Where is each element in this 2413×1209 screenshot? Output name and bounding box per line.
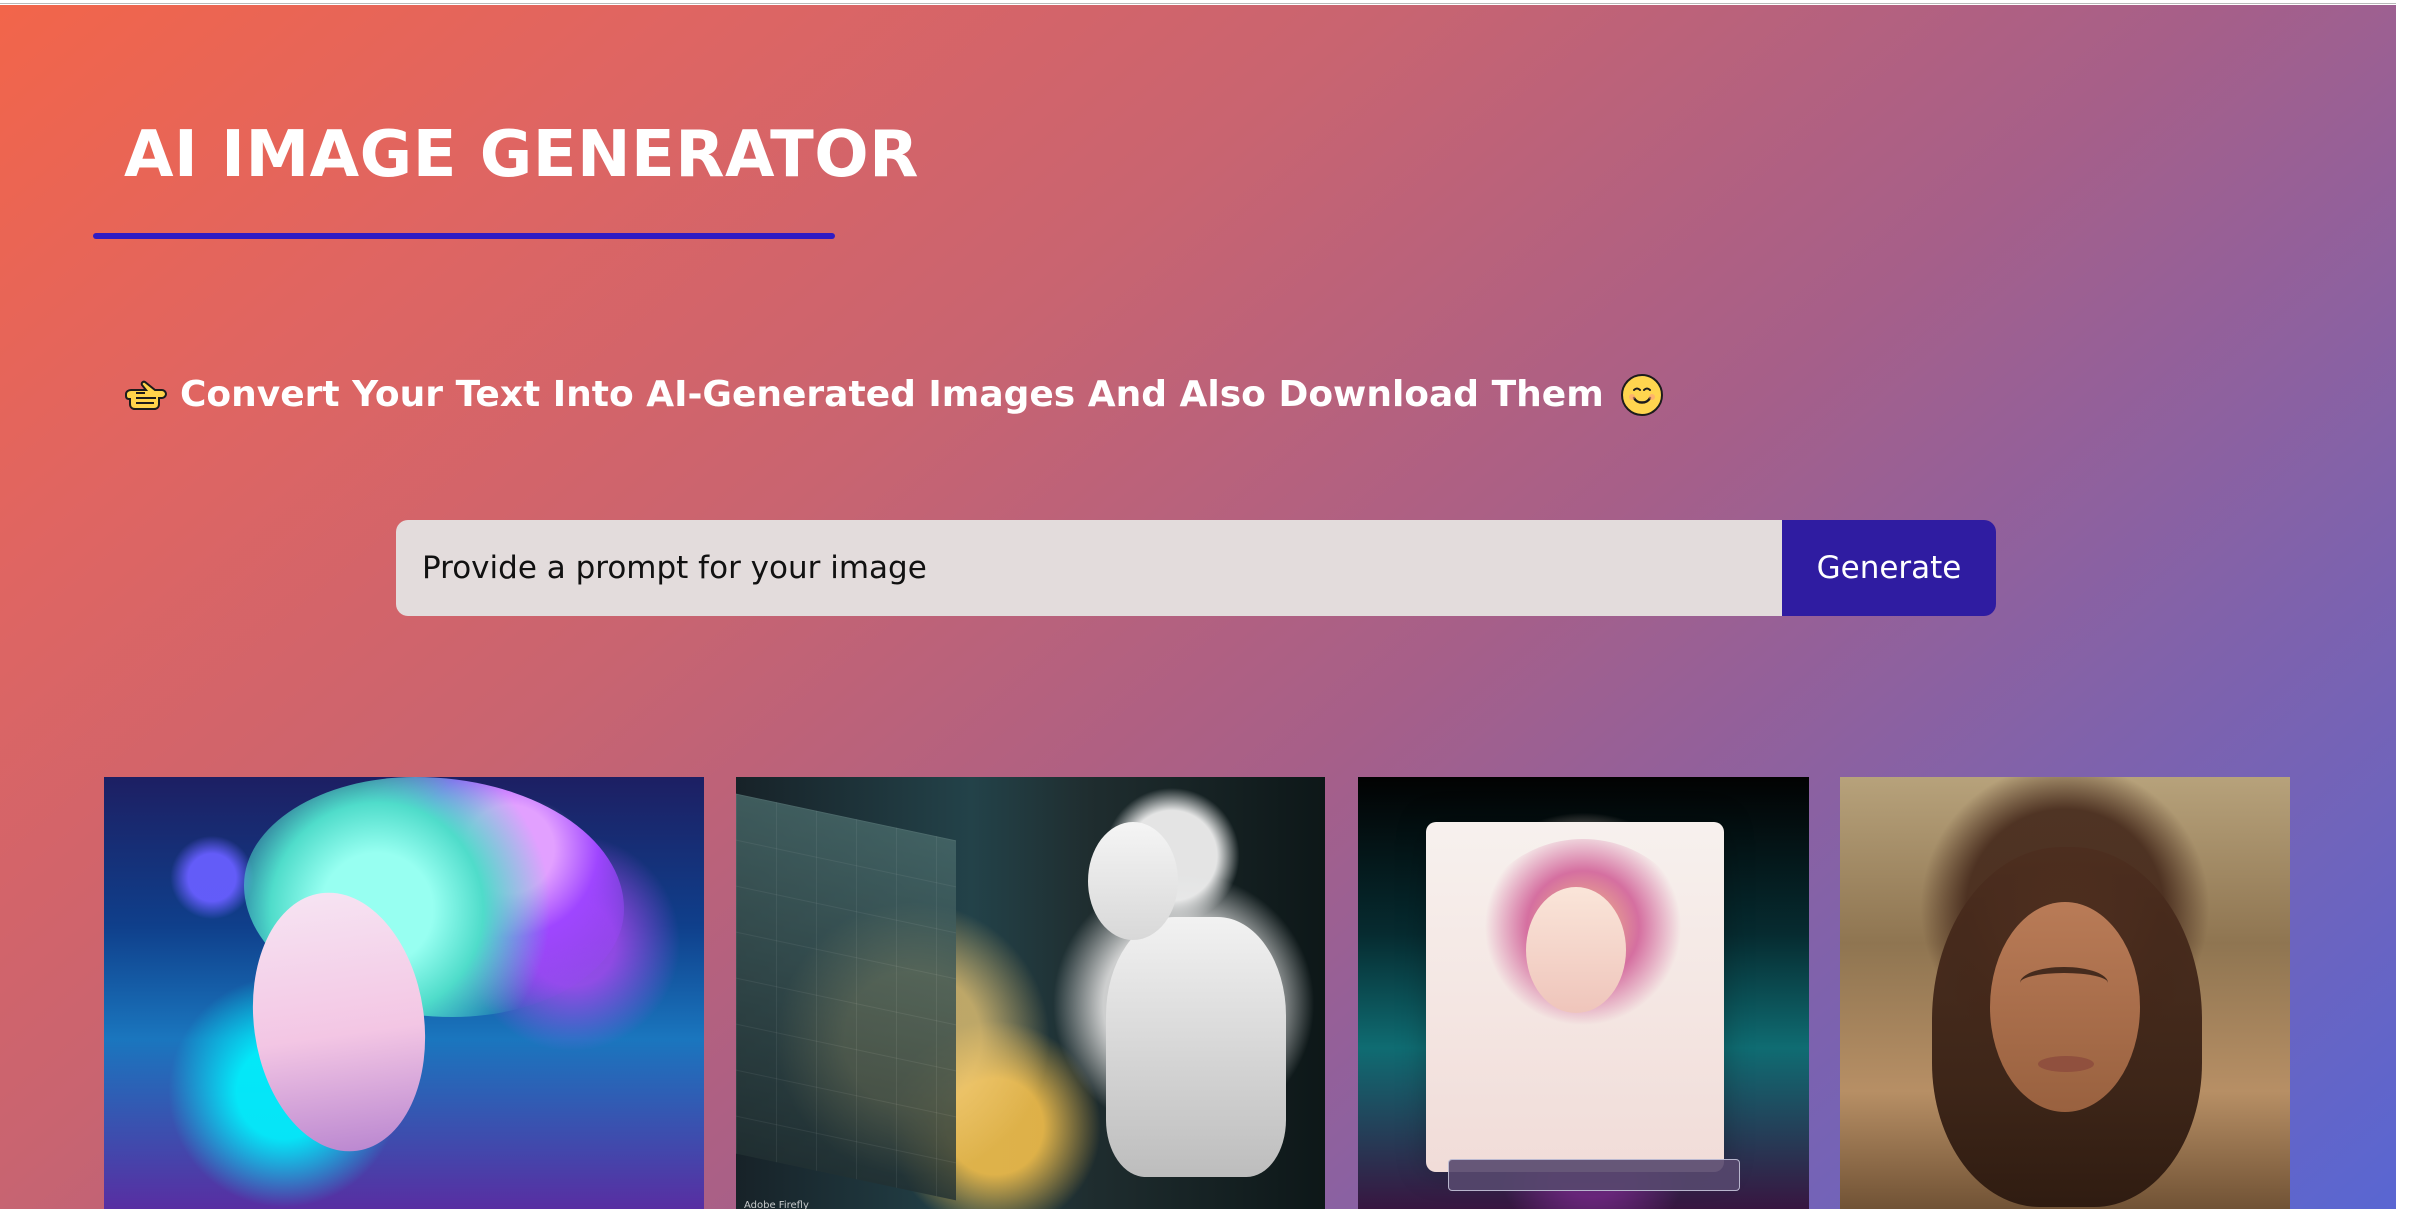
intro-line: Convert Your Text Into AI-Generated Imag… (124, 370, 1664, 420)
image-gallery: Adobe Firefly (104, 777, 2290, 1209)
app-page: AI IMAGE GENERATOR Convert Your Text Int… (0, 0, 2396, 1209)
top-border (0, 0, 2396, 5)
pointing-hand-icon (125, 380, 168, 410)
intro-text: Convert Your Text Into AI-Generated Imag… (180, 374, 1604, 415)
gallery-image-4[interactable] (1840, 777, 2290, 1209)
lips-shape (2038, 1056, 2094, 1072)
page-right-margin (2396, 0, 2413, 1209)
title-underline (93, 233, 835, 239)
screen-panel (736, 793, 956, 1201)
smile-icon (1620, 374, 1663, 416)
prompt-form: Generate (396, 520, 1996, 616)
image-brand-text: Adobe Firefly (744, 1200, 809, 1209)
generate-button[interactable]: Generate (1782, 520, 1996, 616)
gallery-image-2[interactable]: Adobe Firefly (736, 777, 1325, 1209)
hero-background: AI IMAGE GENERATOR Convert Your Text Int… (0, 5, 2396, 1209)
prompt-input[interactable] (396, 520, 1782, 616)
robot-body (1106, 917, 1286, 1177)
caption-box (1448, 1159, 1740, 1191)
page-title: AI IMAGE GENERATOR (124, 118, 919, 192)
gallery-image-3[interactable] (1358, 777, 1809, 1209)
robot-head (1088, 822, 1178, 940)
face-shape (1526, 887, 1626, 1013)
face-shape (1990, 902, 2140, 1112)
brow-shape (2020, 967, 2108, 999)
gallery-image-1[interactable] (104, 777, 704, 1209)
